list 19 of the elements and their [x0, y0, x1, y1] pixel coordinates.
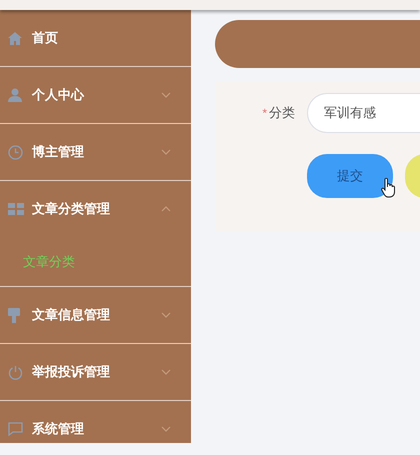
menu-item[interactable]: 博主管理: [0, 124, 191, 180]
submit-button[interactable]: 提交: [307, 154, 393, 198]
menu-item[interactable]: 举报投诉管理: [0, 344, 191, 400]
menu-item[interactable]: 系统管理: [0, 401, 191, 455]
submenu-item[interactable]: 文章分类: [23, 252, 75, 272]
menu-label: 个人中心: [32, 86, 84, 104]
input-field[interactable]: 军训有感: [307, 93, 420, 133]
field-label: 分类: [269, 104, 295, 122]
menu-item[interactable]: 首页: [0, 10, 191, 66]
menu-label: 系统管理: [32, 420, 84, 438]
menu-label: 博主管理: [32, 143, 84, 162]
menu-item[interactable]: 个人中心: [0, 67, 191, 123]
menu-item[interactable]: 文章分类管理: [0, 181, 191, 237]
menu-label: 首页: [32, 29, 58, 48]
menu-label: 文章信息管理: [32, 306, 110, 324]
menu-item[interactable]: 文章信息管理: [0, 287, 191, 343]
required-mark: *: [262, 105, 267, 122]
menu-label: 举报投诉管理: [32, 363, 110, 382]
menu-label: 文章分类管理: [32, 200, 110, 218]
